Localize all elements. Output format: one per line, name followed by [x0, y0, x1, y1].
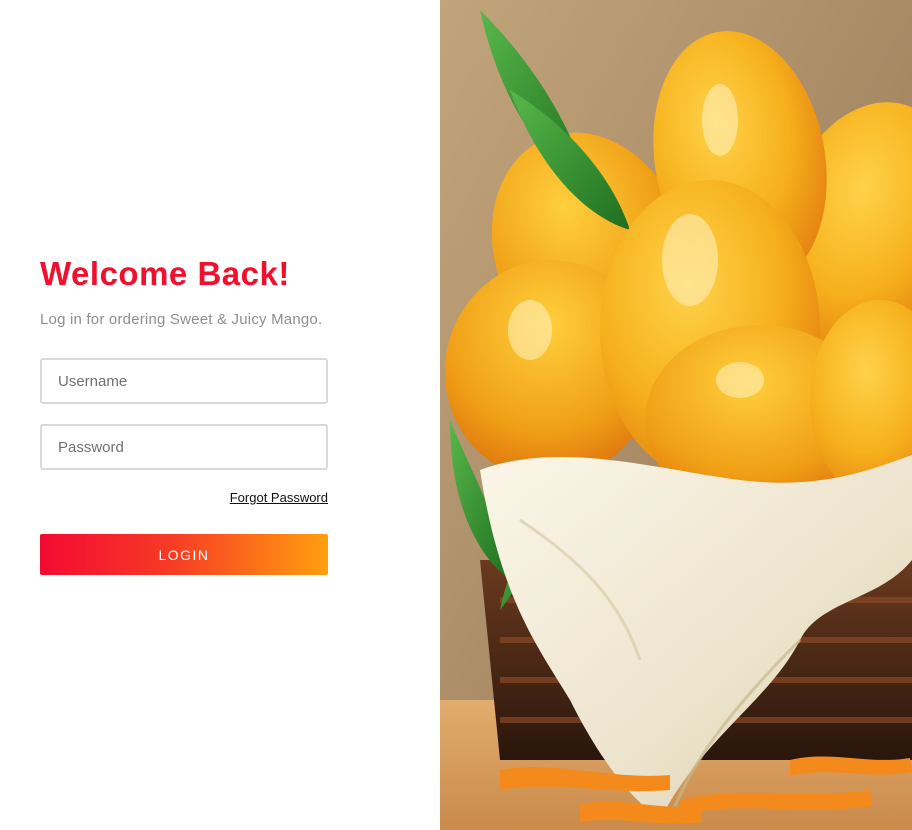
login-panel: Welcome Back! Log in for ordering Sweet … [0, 0, 440, 830]
forgot-password-link[interactable]: Forgot Password [230, 490, 328, 505]
page-subtitle: Log in for ordering Sweet & Juicy Mango. [40, 311, 323, 328]
password-input[interactable] [40, 424, 328, 470]
username-input[interactable] [40, 358, 328, 404]
login-button[interactable]: LOGIN [40, 534, 328, 575]
login-page: Welcome Back! Log in for ordering Sweet … [0, 0, 912, 830]
forgot-row: Forgot Password [40, 489, 328, 505]
page-title: Welcome Back! [40, 255, 290, 292]
login-form: Welcome Back! Log in for ordering Sweet … [40, 256, 328, 575]
mango-illustration [440, 0, 912, 830]
hero-image [440, 0, 912, 830]
